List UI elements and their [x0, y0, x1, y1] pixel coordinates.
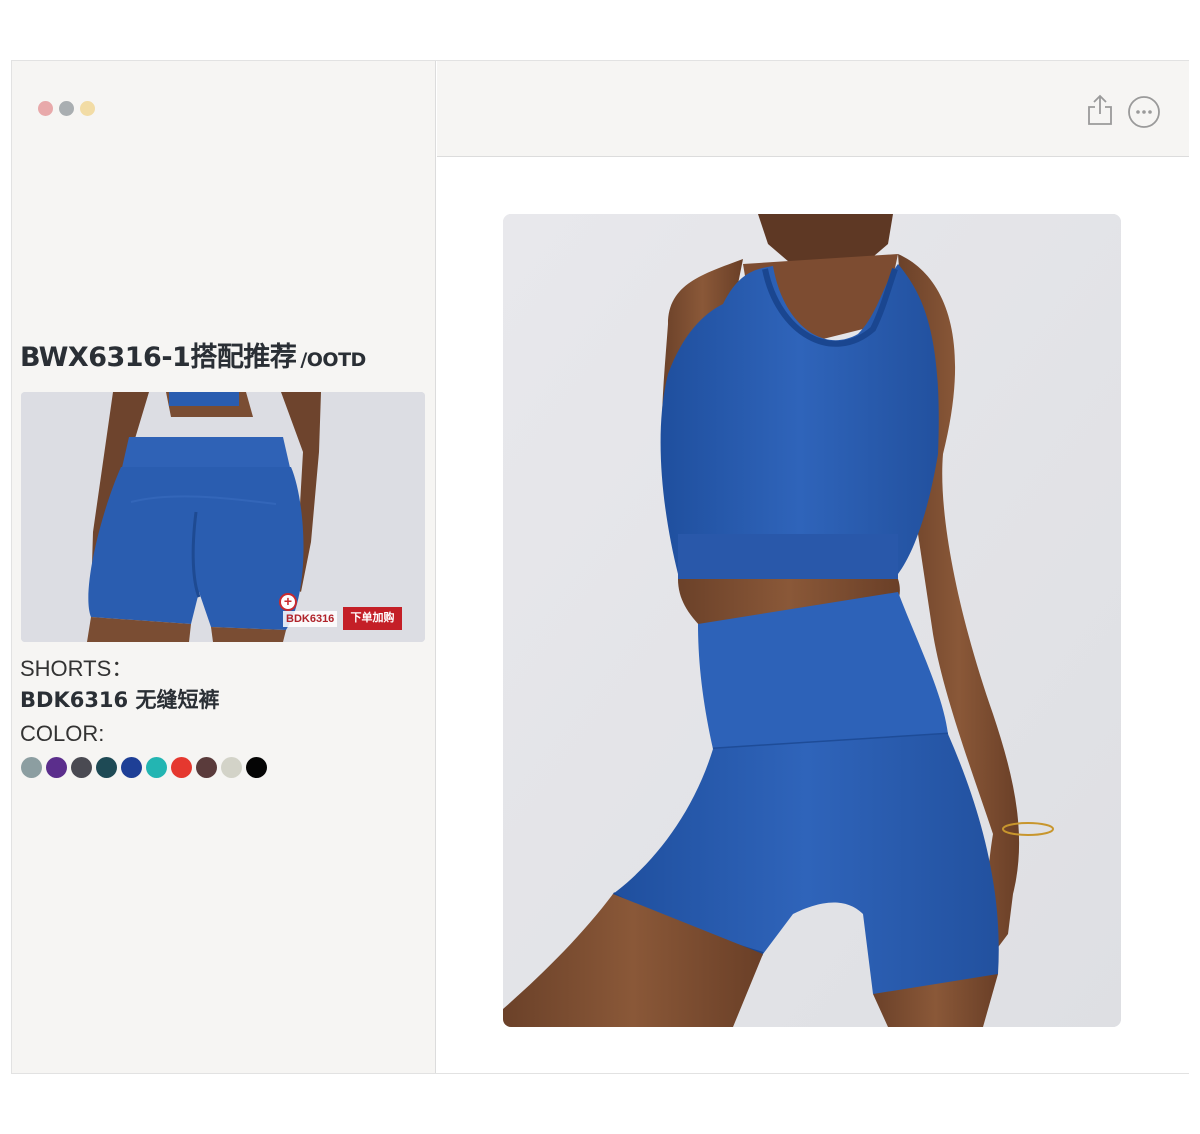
page-title: BWX6316-1搭配推荐/OOTD — [20, 335, 366, 374]
shorts-label: SHORTS： — [20, 656, 134, 681]
color-swatch[interactable] — [246, 757, 267, 778]
minimize-window-dot[interactable] — [59, 101, 74, 116]
color-swatch[interactable] — [46, 757, 67, 778]
color-label: COLOR: — [20, 721, 105, 746]
color-swatch[interactable] — [171, 757, 192, 778]
right-panel — [437, 61, 1189, 1073]
more-options-button[interactable] — [1127, 95, 1161, 129]
more-options-icon — [1128, 96, 1160, 128]
shorts-thumbnail[interactable]: + BDK6316 下单加购 — [21, 392, 425, 642]
app-window: BWX6316-1搭配推荐/OOTD + BDK6316 下单加购 SHORTS… — [11, 60, 1189, 1074]
color-swatch[interactable] — [221, 757, 242, 778]
add-item-icon[interactable]: + — [279, 593, 297, 611]
close-window-dot[interactable] — [38, 101, 53, 116]
color-swatch[interactable] — [196, 757, 217, 778]
add-to-cart-button[interactable]: 下单加购 — [343, 607, 402, 630]
color-swatch[interactable] — [121, 757, 142, 778]
zoom-window-dot[interactable] — [80, 101, 95, 116]
color-swatch[interactable] — [96, 757, 117, 778]
product-photo-image — [503, 214, 1121, 1027]
color-swatch[interactable] — [71, 757, 92, 778]
color-swatch[interactable] — [21, 757, 42, 778]
shorts-thumbnail-image — [21, 392, 425, 642]
title-suffix: /OOTD — [300, 349, 366, 371]
color-swatch[interactable] — [146, 757, 167, 778]
window-controls — [38, 101, 95, 116]
share-icon — [1088, 94, 1112, 125]
title-text: BWX6316-1搭配推荐 — [20, 342, 297, 373]
toolbar — [437, 61, 1189, 157]
thumb-sku-tag: BDK6316 — [283, 611, 338, 627]
left-panel: BWX6316-1搭配推荐/OOTD + BDK6316 下单加购 SHORTS… — [12, 61, 436, 1073]
product-photo[interactable] — [503, 214, 1121, 1027]
share-button[interactable] — [1085, 94, 1115, 125]
color-swatches — [21, 757, 267, 778]
shorts-name: BDK6316 无缝短裤 — [20, 688, 220, 712]
